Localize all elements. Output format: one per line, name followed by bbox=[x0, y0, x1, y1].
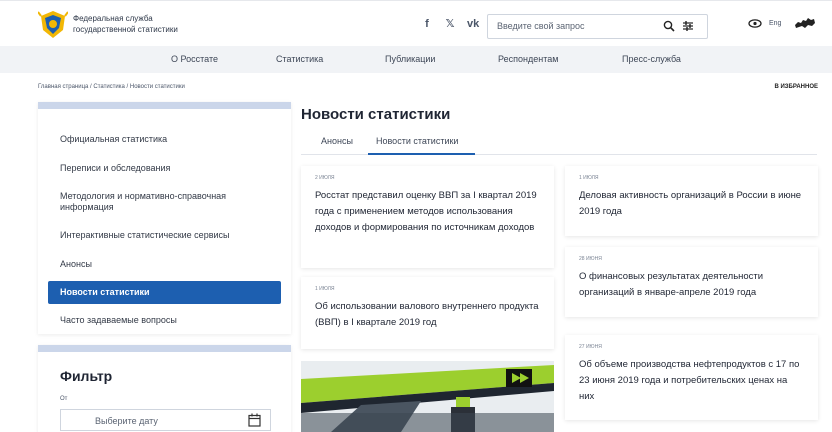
news-card[interactable]: 1 июля Деловая активность организаций в … bbox=[565, 166, 818, 236]
breadcrumb[interactable]: Главная страница / Статистика / Новости … bbox=[38, 84, 185, 90]
add-to-favorites-link[interactable]: В ИЗБРАННОЕ bbox=[774, 84, 818, 90]
tab-news[interactable]: Новости статистики bbox=[376, 136, 458, 146]
nav-item-respondents[interactable]: Респондентам bbox=[498, 54, 558, 64]
vk-icon[interactable]: vk bbox=[467, 18, 479, 30]
sidebar-item-faq[interactable]: Часто задаваемые вопросы bbox=[60, 315, 270, 326]
news-card[interactable]: 27 июня Об объеме производства нефтепрод… bbox=[565, 335, 818, 420]
news-date: 28 июня bbox=[579, 256, 602, 262]
sidebar-item-interactive-services[interactable]: Интерактивные статистические сервисы bbox=[60, 230, 270, 241]
brand-name[interactable]: Федеральная служба государственной стати… bbox=[73, 13, 178, 35]
sidebar-item-label: Новости статистики bbox=[60, 287, 150, 297]
calendar-icon[interactable] bbox=[248, 413, 261, 427]
russia-map-icon bbox=[795, 18, 815, 28]
sidebar-item-official-stats[interactable]: Официальная статистика bbox=[60, 134, 270, 145]
language-switch[interactable]: Eng bbox=[769, 20, 781, 27]
filter-panel: Фильтр От Выберите дату bbox=[38, 345, 291, 432]
facebook-icon[interactable]: f bbox=[421, 18, 433, 30]
search-icon[interactable] bbox=[663, 20, 675, 32]
sidebar-menu: Официальная статистика Переписи и обслед… bbox=[38, 102, 291, 334]
search-box[interactable]: Введите свой запрос bbox=[487, 14, 708, 39]
news-date: 1 июля bbox=[315, 286, 335, 292]
rosstat-emblem-icon[interactable] bbox=[38, 8, 68, 40]
accessibility-eye-icon[interactable] bbox=[748, 19, 762, 28]
news-card[interactable]: 28 июня О финансовых результатах деятель… bbox=[565, 247, 818, 317]
sidebar-item-announcements[interactable]: Анонсы bbox=[60, 259, 270, 270]
news-card[interactable]: 2 июля Росстат представил оценку ВВП за … bbox=[301, 166, 554, 268]
filter-title: Фильтр bbox=[60, 368, 113, 384]
nav-item-statistics[interactable]: Статистика bbox=[276, 54, 323, 64]
nav-item-about[interactable]: О Росстате bbox=[171, 54, 218, 64]
nav-item-press[interactable]: Пресс-служба bbox=[622, 54, 681, 64]
main-navigation: О Росстате Статистика Публикации Респонд… bbox=[0, 46, 832, 73]
sidebar-item-methodology[interactable]: Методология и нормативно-справочная инфо… bbox=[60, 191, 270, 213]
brand-line-1: Федеральная служба bbox=[73, 14, 153, 23]
social-links: f 𝕏 vk bbox=[421, 18, 479, 30]
news-title[interactable]: Росстат представил оценку ВВП за I кварт… bbox=[315, 188, 541, 236]
news-title[interactable]: О финансовых результатах деятельности ор… bbox=[579, 269, 805, 301]
news-title[interactable]: Об использовании валового внутреннего пр… bbox=[315, 299, 541, 331]
news-date: 2 июля bbox=[315, 175, 335, 181]
sidebar-item-censuses[interactable]: Переписи и обследования bbox=[60, 163, 270, 174]
gas-station-photo bbox=[301, 361, 554, 432]
from-label: От bbox=[60, 396, 68, 402]
nav-item-publications[interactable]: Публикации bbox=[385, 54, 435, 64]
news-title[interactable]: Об объеме производства нефтепродуктов с … bbox=[579, 357, 805, 405]
date-placeholder: Выберите дату bbox=[95, 416, 158, 426]
filter-settings-icon[interactable] bbox=[682, 20, 694, 32]
date-from-field[interactable]: Выберите дату bbox=[60, 409, 271, 431]
news-photo[interactable] bbox=[301, 361, 554, 432]
page-title: Новости статистики bbox=[301, 106, 451, 123]
sidebar-item-news-active[interactable]: Новости статистики bbox=[48, 281, 281, 304]
twitter-icon[interactable]: 𝕏 bbox=[444, 18, 456, 30]
news-card[interactable]: 1 июля Об использовании валового внутрен… bbox=[301, 277, 554, 349]
news-date: 1 июля bbox=[579, 175, 599, 181]
news-title[interactable]: Деловая активность организаций в России … bbox=[579, 188, 805, 220]
news-date: 27 июня bbox=[579, 344, 602, 350]
tab-announcements[interactable]: Анонсы bbox=[321, 136, 353, 146]
brand-line-2: государственной статистики bbox=[73, 25, 178, 34]
top-header: Федеральная служба государственной стати… bbox=[0, 0, 832, 46]
active-tab-indicator bbox=[368, 153, 475, 155]
news-tabs: Анонсы Новости статистики bbox=[301, 134, 817, 155]
search-input[interactable]: Введите свой запрос bbox=[497, 21, 585, 31]
